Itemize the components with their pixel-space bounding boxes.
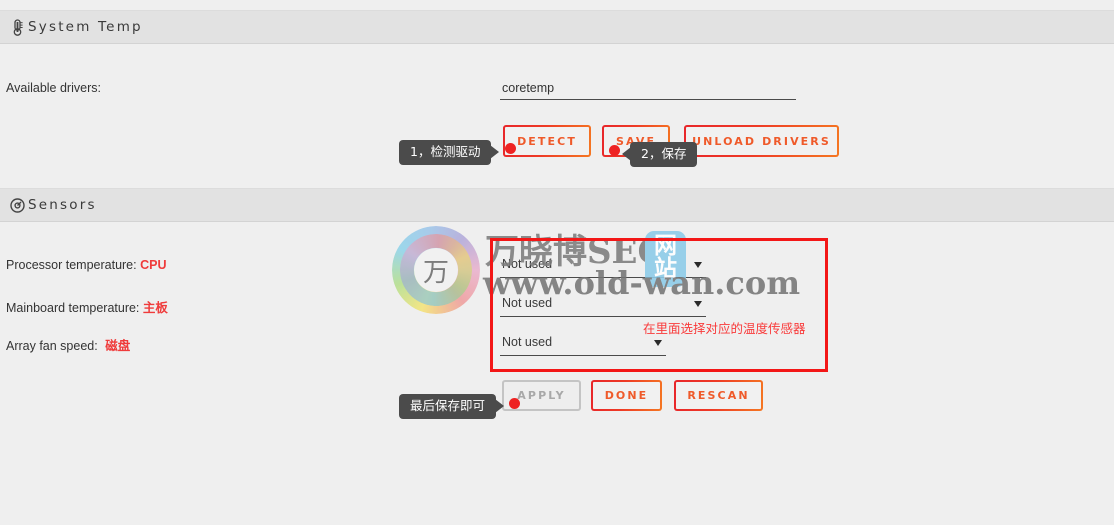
detect-button[interactable]: DETECT [503,125,591,157]
watermark-logo-glyph: 万 [414,248,458,292]
section-header-system-temp: System Temp [0,10,1114,44]
save-marker-dot [609,145,620,156]
select-value: Not used [502,296,553,310]
processor-temperature-row: Processor temperature: CPU [6,258,167,272]
chevron-down-icon [694,262,702,268]
mainboard-temperature-row: Mainboard temperature: 主板 [6,297,168,316]
array-fan-speed-select[interactable]: Not used [500,334,666,356]
chevron-down-icon [654,340,662,346]
apply-marker-dot [509,398,520,409]
select-value: Not used [502,257,553,271]
done-button[interactable]: DONE [591,380,662,411]
array-fan-speed-row: Array fan speed: 磁盘 [6,335,130,354]
mainboard-temperature-label: Mainboard temperature: [6,301,140,315]
gauge-icon [6,197,28,213]
chevron-down-icon [694,301,702,307]
select-value: Not used [502,335,553,349]
thermometer-icon [6,18,28,36]
available-drivers-input[interactable] [500,81,796,100]
mainboard-temperature-select[interactable]: Not used [500,295,706,317]
processor-temperature-select[interactable]: Not used [500,256,706,278]
available-drivers-label: Available drivers: [6,81,101,95]
annotation-note-sensors: 在里面选择对应的温度传感器 [643,321,806,336]
processor-temperature-annotation: CPU [140,258,167,272]
rescan-button[interactable]: RESCAN [674,380,763,411]
tooltip-detect: 1，检测驱动 [399,140,500,165]
section-header-sensors: Sensors [0,188,1114,222]
processor-temperature-label: Processor temperature: [6,258,137,272]
tooltip-apply: 最后保存即可 [399,394,505,419]
detect-marker-dot [505,143,516,154]
watermark-logo-icon: 万 [388,222,484,318]
section-title: Sensors [28,197,97,213]
array-fan-speed-label: Array fan speed: [6,339,98,353]
mainboard-temperature-annotation: 主板 [142,300,168,315]
section-title: System Temp [28,19,143,35]
unload-drivers-button[interactable]: UNLOAD DRIVERS [684,125,839,157]
array-fan-speed-annotation: 磁盘 [105,338,131,353]
tooltip-save: 2，保存 [621,142,698,167]
